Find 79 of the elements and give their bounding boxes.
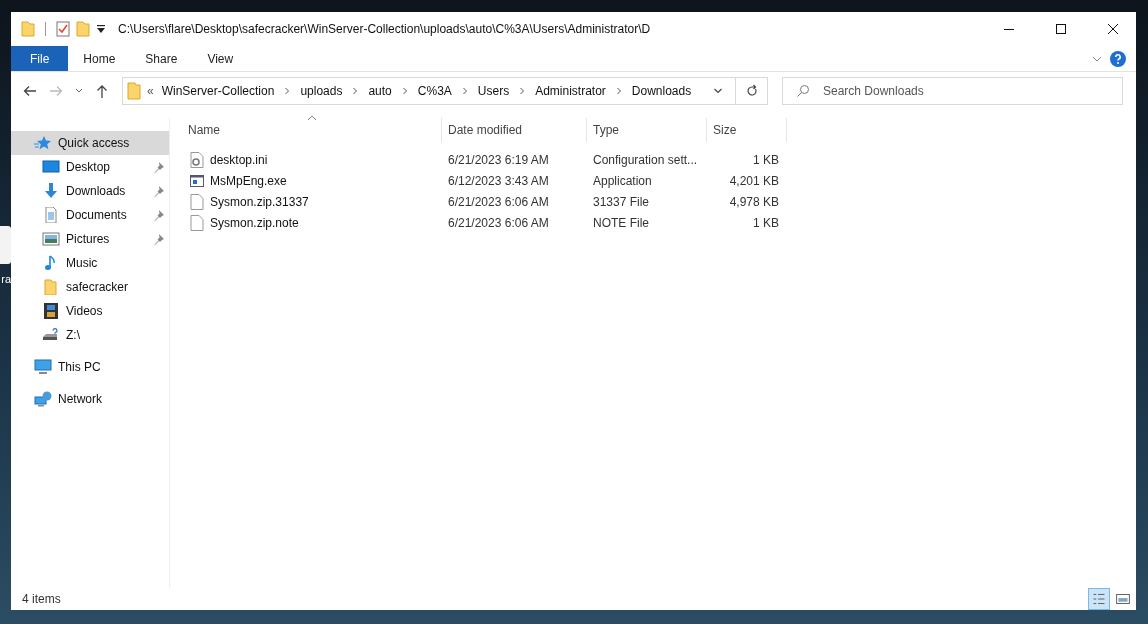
dropdown-caret-icon[interactable] — [713, 87, 723, 95]
chevron-icon[interactable] — [615, 87, 622, 95]
size-cell-text: 4,201 KB — [728, 173, 780, 188]
blank-file-icon — [190, 193, 204, 210]
file-tab[interactable]: File — [11, 46, 69, 71]
address-bar[interactable]: « WinServer-Collection uploads auto C%3A Users Administrator Downloads — [122, 77, 768, 105]
nav-item[interactable]: Documents — [11, 203, 169, 227]
item-count: 4 items — [22, 592, 61, 606]
chevron-icon[interactable] — [519, 87, 526, 95]
date-cell-text: 6/12/2023 3:43 AM — [447, 173, 550, 188]
breadcrumb[interactable]: auto — [368, 84, 392, 98]
customize-caret-icon[interactable] — [96, 24, 106, 34]
help-icon[interactable] — [1110, 50, 1126, 67]
column-header[interactable]: Type — [587, 118, 707, 142]
folder-icon — [127, 82, 141, 100]
breadcrumb[interactable]: uploads — [300, 84, 343, 98]
folder-icon — [42, 279, 60, 295]
breadcrumb[interactable]: Administrator — [535, 84, 606, 98]
overflow-chevron[interactable]: « — [147, 84, 154, 98]
nav-item[interactable]: Videos — [11, 299, 169, 323]
date-cell-text: 6/21/2023 6:06 AM — [447, 215, 550, 230]
computer-icon — [34, 359, 52, 375]
breadcrumb[interactable]: Downloads — [631, 84, 692, 98]
nav-item[interactable]: Music — [11, 251, 169, 275]
ribbon-tab[interactable]: Share — [130, 46, 193, 71]
network-drive-icon — [42, 327, 60, 343]
recent-caret-icon[interactable] — [74, 87, 84, 95]
film-icon — [42, 303, 60, 319]
new-folder-icon[interactable] — [76, 21, 90, 37]
properties-icon[interactable] — [56, 21, 70, 37]
window-title: C:\Users\flare\Desktop\safecracker\WinServer-Collection\uploads\auto\C%3A\Users\Administrator\D — [118, 22, 651, 36]
nav-item[interactable]: This PC — [11, 355, 169, 379]
back-arrow-icon[interactable] — [22, 83, 38, 99]
chevron-icon[interactable] — [401, 87, 408, 95]
nav-item[interactable]: Z:\ — [11, 323, 169, 347]
folder-icon — [21, 21, 35, 37]
details-view-icon[interactable] — [1088, 588, 1110, 610]
down-arrow-icon — [42, 183, 60, 199]
file-name-cell[interactable]: Sysmon.zip.note — [188, 214, 442, 231]
nav-item[interactable]: Pictures — [11, 227, 169, 251]
type-cell-text: Configuration sett... — [592, 152, 699, 167]
type-cell-text: NOTE File — [592, 215, 650, 230]
ribbon-tab[interactable]: Home — [68, 46, 131, 71]
size-cell-text: 4,978 KB — [728, 194, 780, 209]
breadcrumb[interactable]: C%3A — [417, 84, 452, 98]
nav-item[interactable]: safecracker — [11, 275, 169, 299]
refresh-icon[interactable] — [745, 84, 759, 98]
blank-file-icon — [190, 214, 204, 231]
date-cell-text: 6/21/2023 6:06 AM — [447, 194, 550, 209]
type-cell-text: 31337 File — [592, 194, 651, 209]
nav-item[interactable]: Downloads — [11, 179, 169, 203]
column-header[interactable]: Name — [188, 118, 442, 142]
settings-file-icon — [190, 151, 204, 168]
chevron-icon[interactable] — [284, 87, 291, 95]
type-cell-text: Application — [592, 173, 653, 188]
expand-ribbon-icon[interactable] — [1092, 55, 1102, 62]
size-cell-text: 1 KB — [752, 152, 780, 167]
desktop-icon-label[interactable]: ra — [0, 273, 11, 285]
nav-item[interactable]: Network — [11, 387, 169, 411]
date-cell-text: 6/21/2023 6:19 AM — [447, 152, 550, 167]
file-name-cell[interactable]: Sysmon.zip.31337 — [188, 193, 442, 210]
nav-item[interactable]: Desktop — [11, 155, 169, 179]
breadcrumb[interactable]: WinServer-Collection — [161, 84, 275, 98]
pictures-icon — [42, 231, 60, 247]
column-header[interactable]: Date modified — [442, 118, 587, 142]
file-name-cell[interactable]: MsMpEng.exe — [188, 172, 442, 189]
chevron-icon[interactable] — [352, 87, 359, 95]
search-field[interactable]: Search Downloads — [782, 77, 1123, 105]
star-icon — [34, 135, 52, 151]
desktop-icon — [42, 159, 60, 175]
chevron-icon[interactable] — [461, 87, 468, 95]
nav-item[interactable]: Quick access — [11, 131, 169, 155]
size-cell-text: 1 KB — [752, 215, 780, 230]
ribbon-tab[interactable]: View — [192, 46, 249, 71]
network-icon — [34, 391, 52, 407]
file-name-cell[interactable]: desktop.ini — [188, 151, 442, 168]
breadcrumb[interactable]: Users — [477, 84, 510, 98]
application-icon — [190, 172, 204, 189]
column-header[interactable]: Size — [707, 118, 787, 142]
